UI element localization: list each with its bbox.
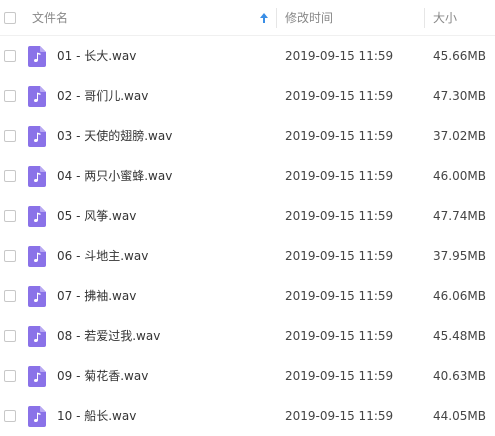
file-row[interactable]: 09 - 菊花香.wav 2019-09-15 11:59 40.63MB [0,356,495,396]
file-modified-time: 2019-09-15 11:59 [285,89,394,103]
file-modified-time: 2019-09-15 11:59 [285,249,394,263]
file-list-header: 文件名 修改时间 大小 [0,0,495,36]
file-row[interactable]: 01 - 长大.wav 2019-09-15 11:59 45.66MB [0,36,495,76]
file-name[interactable]: 09 - 菊花香.wav [57,356,148,396]
file-row[interactable]: 03 - 天使的翅膀.wav 2019-09-15 11:59 37.02MB [0,116,495,156]
select-all-checkbox[interactable] [4,12,16,24]
file-row[interactable]: 05 - 风筝.wav 2019-09-15 11:59 47.74MB [0,196,495,236]
file-name[interactable]: 10 - 船长.wav [57,396,136,436]
file-size: 37.02MB [433,129,486,143]
file-name[interactable]: 02 - 哥们儿.wav [57,76,148,116]
file-modified-time: 2019-09-15 11:59 [285,329,394,343]
file-modified-time: 2019-09-15 11:59 [285,209,394,223]
file-modified-time: 2019-09-15 11:59 [285,49,394,63]
row-checkbox[interactable] [4,50,16,62]
file-size: 46.00MB [433,169,486,183]
sort-ascending-icon[interactable] [259,12,269,24]
file-size: 47.30MB [433,89,486,103]
file-name[interactable]: 03 - 天使的翅膀.wav [57,116,172,156]
audio-file-icon [28,246,46,267]
column-header-modified[interactable]: 修改时间 [285,0,333,36]
file-size: 45.48MB [433,329,486,343]
file-row[interactable]: 06 - 斗地主.wav 2019-09-15 11:59 37.95MB [0,236,495,276]
file-size: 40.63MB [433,369,486,383]
row-checkbox[interactable] [4,170,16,182]
file-size: 37.95MB [433,249,486,263]
audio-file-icon [28,46,46,67]
audio-file-icon [28,206,46,227]
file-name[interactable]: 08 - 若爱过我.wav [57,316,160,356]
file-modified-time: 2019-09-15 11:59 [285,169,394,183]
row-checkbox[interactable] [4,250,16,262]
row-checkbox[interactable] [4,90,16,102]
audio-file-icon [28,166,46,187]
file-name[interactable]: 05 - 风筝.wav [57,196,136,236]
row-checkbox[interactable] [4,410,16,422]
file-name[interactable]: 01 - 长大.wav [57,36,136,76]
audio-file-icon [28,406,46,427]
file-row[interactable]: 02 - 哥们儿.wav 2019-09-15 11:59 47.30MB [0,76,495,116]
file-row[interactable]: 04 - 两只小蜜蜂.wav 2019-09-15 11:59 46.00MB [0,156,495,196]
row-checkbox[interactable] [4,290,16,302]
file-row[interactable]: 08 - 若爱过我.wav 2019-09-15 11:59 45.48MB [0,316,495,356]
file-size: 47.74MB [433,209,486,223]
audio-file-icon [28,366,46,387]
column-header-size[interactable]: 大小 [433,0,457,36]
file-name[interactable]: 06 - 斗地主.wav [57,236,148,276]
file-size: 45.66MB [433,49,486,63]
file-modified-time: 2019-09-15 11:59 [285,409,394,423]
column-divider[interactable] [276,8,277,28]
row-checkbox[interactable] [4,370,16,382]
audio-file-icon [28,326,46,347]
column-divider[interactable] [424,8,425,28]
file-modified-time: 2019-09-15 11:59 [285,369,394,383]
file-size: 46.06MB [433,289,486,303]
file-modified-time: 2019-09-15 11:59 [285,289,394,303]
audio-file-icon [28,86,46,107]
audio-file-icon [28,126,46,147]
file-row[interactable]: 07 - 拂袖.wav 2019-09-15 11:59 46.06MB [0,276,495,316]
row-checkbox[interactable] [4,330,16,342]
row-checkbox[interactable] [4,130,16,142]
file-name[interactable]: 07 - 拂袖.wav [57,276,136,316]
column-header-name[interactable]: 文件名 [32,0,68,36]
row-checkbox[interactable] [4,210,16,222]
file-row[interactable]: 10 - 船长.wav 2019-09-15 11:59 44.05MB [0,396,495,436]
file-modified-time: 2019-09-15 11:59 [285,129,394,143]
audio-file-icon [28,286,46,307]
file-name[interactable]: 04 - 两只小蜜蜂.wav [57,156,172,196]
file-size: 44.05MB [433,409,486,423]
